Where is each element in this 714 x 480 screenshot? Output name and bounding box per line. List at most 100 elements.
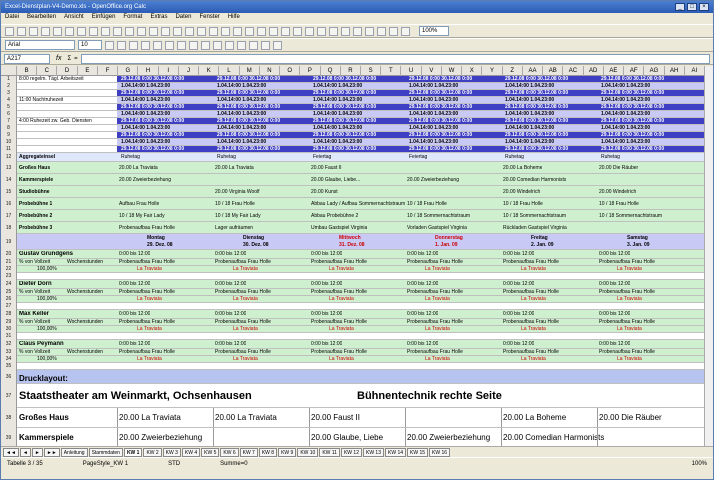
sheet-tab[interactable]: Stammdaten <box>88 447 123 457</box>
sheet-tab[interactable]: KW 7 <box>239 447 258 457</box>
menu-datei[interactable]: Datei <box>5 14 19 23</box>
justify-button[interactable] <box>177 40 186 50</box>
toolbar-button[interactable] <box>329 26 338 36</box>
column-header-L[interactable]: L <box>219 66 240 76</box>
toolbar-button[interactable] <box>221 26 230 36</box>
bg-color-button[interactable] <box>261 40 270 50</box>
percent-button[interactable] <box>213 40 222 50</box>
column-header-S[interactable]: S <box>361 66 382 76</box>
minimize-button[interactable]: _ <box>675 3 685 11</box>
toolbar-button[interactable] <box>257 26 266 36</box>
row-header[interactable]: 17 <box>1 210 17 222</box>
sheet-tab[interactable]: KW 14 <box>385 447 407 457</box>
toolbar-button[interactable] <box>197 26 206 36</box>
vertical-scrollbar[interactable] <box>704 66 713 446</box>
sheet-tab[interactable]: KW 12 <box>340 447 362 457</box>
menu-fenster[interactable]: Fenster <box>199 14 219 23</box>
column-header-R[interactable]: R <box>341 66 361 76</box>
column-header-T[interactable]: T <box>381 66 402 76</box>
column-header-C[interactable]: C <box>37 66 58 76</box>
row-header[interactable]: 11 <box>1 146 17 153</box>
row-header[interactable]: 22 <box>1 266 17 273</box>
row-header[interactable]: 26 <box>1 296 17 303</box>
menu-einfügen[interactable]: Einfügen <box>92 14 116 23</box>
row-header[interactable]: 23 <box>1 273 17 280</box>
column-header-U[interactable]: U <box>401 66 422 76</box>
row-header[interactable]: 21 <box>1 259 17 266</box>
row-header[interactable]: 5 <box>1 104 17 111</box>
sheet-tab[interactable]: KW 4 <box>181 447 201 457</box>
toolbar-button[interactable] <box>401 26 410 36</box>
column-header-N[interactable]: N <box>260 66 281 76</box>
row-header[interactable]: 7 <box>1 118 17 125</box>
toolbar-button[interactable] <box>89 26 98 36</box>
toolbar-button[interactable] <box>293 26 302 36</box>
italic-button[interactable] <box>117 40 126 50</box>
column-header-K[interactable]: K <box>199 66 220 76</box>
toolbar-button[interactable] <box>173 26 182 36</box>
bold-button[interactable] <box>105 40 114 50</box>
align-center-button[interactable] <box>153 40 162 50</box>
column-header-X[interactable]: X <box>462 66 483 76</box>
font-color-button[interactable] <box>273 40 282 50</box>
menu-format[interactable]: Format <box>123 14 142 23</box>
align-right-button[interactable] <box>165 40 174 50</box>
row-header[interactable]: 30 <box>1 326 17 333</box>
column-header-AH[interactable]: AH <box>665 66 685 76</box>
row-header[interactable]: 31 <box>1 333 17 340</box>
column-header-W[interactable]: W <box>442 66 463 76</box>
toolbar-button[interactable] <box>41 26 50 36</box>
formula-input[interactable] <box>80 53 710 64</box>
toolbar-button[interactable] <box>233 26 242 36</box>
column-header-G[interactable]: G <box>118 66 139 76</box>
column-header-Y[interactable]: Y <box>482 66 503 76</box>
sheet-tab[interactable]: KW 15 <box>407 447 429 457</box>
row-header[interactable]: 13 <box>1 162 17 174</box>
column-header-AF[interactable]: AF <box>624 66 645 76</box>
column-header-P[interactable]: P <box>300 66 321 76</box>
sheet-tab[interactable]: Anleitung <box>60 447 88 457</box>
row-header[interactable]: 14 <box>1 174 17 186</box>
column-header-I[interactable]: I <box>159 66 179 76</box>
column-header-AA[interactable]: AA <box>523 66 544 76</box>
toolbar-button[interactable] <box>269 26 278 36</box>
column-header-AI[interactable]: AI <box>685 66 705 76</box>
menu-daten[interactable]: Daten <box>175 14 191 23</box>
column-header-O[interactable]: O <box>280 66 301 76</box>
toolbar-button[interactable] <box>161 26 170 36</box>
toolbar-button[interactable] <box>137 26 146 36</box>
sheet-tab[interactable]: KW 5 <box>201 447 220 457</box>
merge-button[interactable] <box>189 40 198 50</box>
tab-nav-button[interactable]: ► <box>31 447 43 457</box>
column-header-Z[interactable]: Z <box>503 66 523 76</box>
row-header[interactable]: 10 <box>1 139 17 146</box>
row-header[interactable]: 16 <box>1 198 17 210</box>
status-zoom[interactable]: 100% <box>692 461 707 467</box>
row-header[interactable]: 1 <box>1 76 17 83</box>
row-header[interactable]: 3 <box>1 90 17 97</box>
column-header-AB[interactable]: AB <box>543 66 564 76</box>
row-header[interactable]: 37 <box>1 384 17 408</box>
sheet-tab[interactable]: KW 8 <box>258 447 278 457</box>
function-wizard-icon[interactable]: fx <box>53 55 64 62</box>
sum-icon[interactable]: Σ <box>67 56 71 62</box>
sheet-tab[interactable]: KW 3 <box>162 447 181 457</box>
toolbar-button[interactable] <box>5 26 14 36</box>
column-header-D[interactable]: D <box>57 66 78 76</box>
name-box[interactable]: A217 <box>4 53 50 64</box>
toolbar-button[interactable] <box>53 26 62 36</box>
toolbar-button[interactable] <box>305 26 314 36</box>
row-header[interactable]: 32 <box>1 340 17 349</box>
row-header[interactable]: 33 <box>1 349 17 356</box>
toolbar-button[interactable] <box>149 26 158 36</box>
sheet-tab[interactable]: KW 6 <box>220 447 239 457</box>
toolbar-button[interactable] <box>317 26 326 36</box>
tab-nav-button[interactable]: ◄ <box>19 447 31 457</box>
sheet-tab[interactable]: KW 11 <box>319 447 340 457</box>
toolbar-button[interactable] <box>185 26 194 36</box>
column-header-F[interactable]: F <box>98 66 119 76</box>
menu-extras[interactable]: Extras <box>150 14 167 23</box>
column-header-V[interactable]: V <box>422 66 442 76</box>
row-header[interactable]: 38 <box>1 408 17 428</box>
column-header-E[interactable]: E <box>78 66 98 76</box>
